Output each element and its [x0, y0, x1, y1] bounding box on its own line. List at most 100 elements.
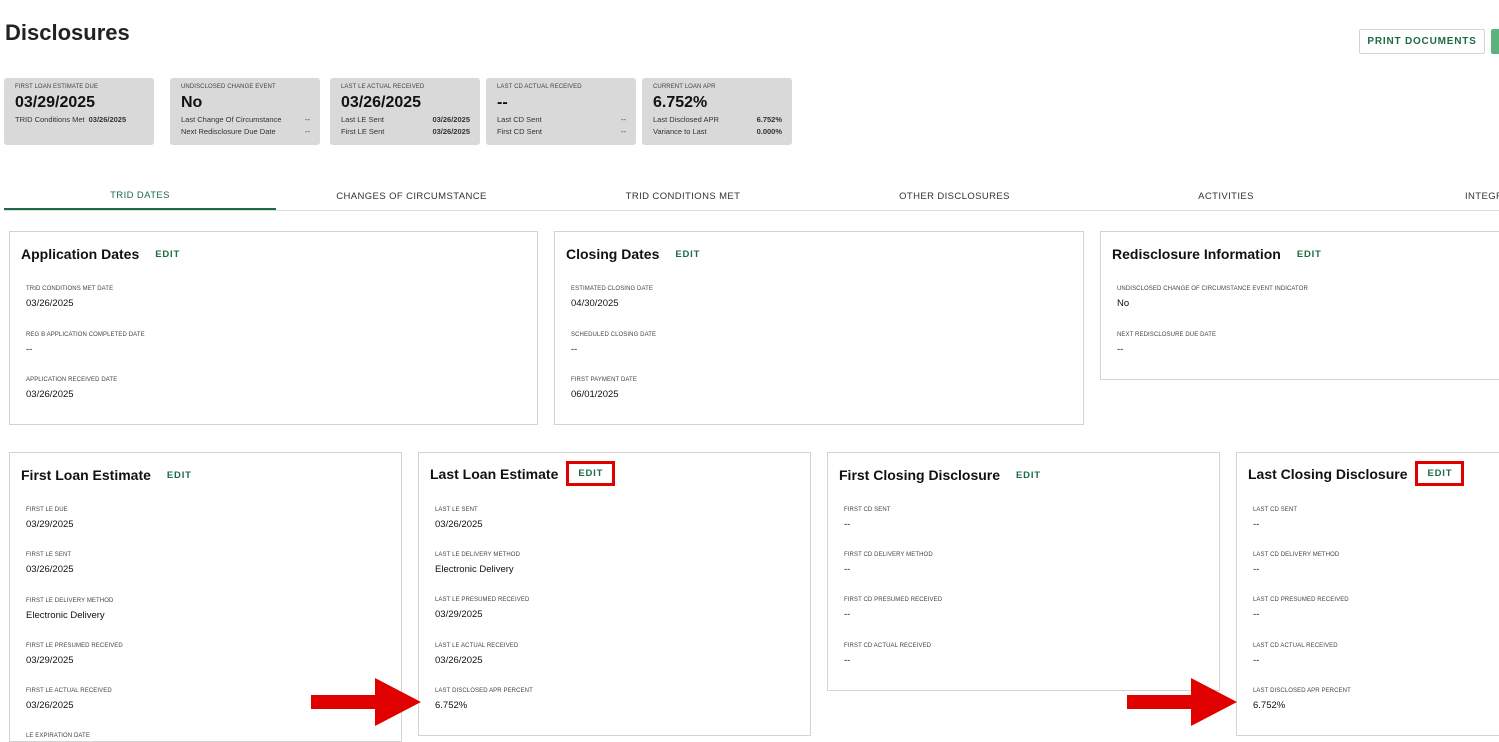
page-title: Disclosures [5, 20, 130, 45]
edit-button[interactable]: EDIT [167, 470, 192, 481]
card-title: Redisclosure Information [1112, 246, 1281, 262]
summary-row-label: Last Disclosed APR [653, 115, 719, 124]
summary-card-first-le-due: FIRST LOAN ESTIMATE DUE 03/29/2025 TRID … [4, 78, 154, 145]
field-label: FIRST LE DUE [26, 507, 68, 513]
card-title: First Loan Estimate [21, 467, 151, 483]
tab-trid-dates[interactable]: TRID DATES [4, 183, 276, 210]
summary-card-undisclosed-change: UNDISCLOSED CHANGE EVENT No Last Change … [170, 78, 320, 145]
card-last-closing-disclosure: Last Closing Disclosure EDIT LAST CD SEN… [1236, 452, 1499, 736]
field-label: LAST CD SENT [1253, 507, 1298, 513]
field-estimated-closing-date: ESTIMATED CLOSING DATE 04/30/2025 [571, 286, 653, 309]
summary-value: -- [497, 94, 508, 111]
print-documents-button[interactable]: PRINT DOCUMENTS [1359, 29, 1485, 54]
field-last-cd-sent: LAST CD SENT -- [1253, 507, 1297, 530]
summary-row-value: -- [621, 127, 626, 136]
summary-row: Next Redisclosure Due Date -- [181, 127, 310, 136]
field-label: FIRST CD SENT [844, 507, 891, 513]
primary-action-button[interactable] [1491, 29, 1499, 54]
field-label: FIRST LE SENT [26, 552, 72, 558]
field-label: LAST DISCLOSED APR PERCENT [1253, 688, 1351, 694]
field-value: -- [1253, 609, 1260, 620]
field-label: FIRST LE ACTUAL RECEIVED [26, 688, 112, 694]
field-value: -- [1253, 519, 1260, 530]
field-first-le-actual-received: FIRST LE ACTUAL RECEIVED 03/26/2025 [26, 688, 112, 711]
edit-button[interactable]: EDIT [675, 249, 700, 260]
card-closing-dates: Closing Dates EDIT ESTIMATED CLOSING DAT… [554, 231, 1084, 425]
summary-card-last-le-received: LAST LE ACTUAL RECEIVED 03/26/2025 Last … [330, 78, 480, 145]
tab-other-disclosures[interactable]: OTHER DISCLOSURES [819, 183, 1090, 209]
summary-value: 6.752% [653, 94, 708, 111]
field-last-cd-presumed-received: LAST CD PRESUMED RECEIVED -- [1253, 597, 1349, 620]
edit-button[interactable]: EDIT [566, 461, 616, 486]
field-last-le-sent: LAST LE SENT 03/26/2025 [435, 507, 483, 530]
summary-row-label: Last CD Sent [497, 115, 542, 124]
field-label: FIRST LE PRESUMED RECEIVED [26, 643, 123, 649]
field-value: -- [26, 344, 33, 355]
summary-row-value: 6.752% [756, 115, 782, 124]
field-label: NEXT REDISCLOSURE DUE DATE [1117, 332, 1217, 338]
field-label: LAST CD PRESUMED RECEIVED [1253, 597, 1349, 603]
field-value: -- [844, 564, 851, 575]
card-title: Application Dates [21, 246, 140, 262]
edit-button[interactable]: EDIT [1297, 249, 1322, 260]
field-value: -- [844, 655, 851, 666]
field-value: -- [1253, 564, 1260, 575]
field-scheduled-closing-date: SCHEDULED CLOSING DATE -- [571, 332, 656, 355]
field-label: LAST LE DELIVERY METHOD [435, 552, 520, 558]
field-first-le-sent: FIRST LE SENT 03/26/2025 [26, 552, 74, 575]
summary-label: LAST LE ACTUAL RECEIVED [341, 84, 425, 90]
field-first-le-due: FIRST LE DUE 03/29/2025 [26, 507, 74, 530]
field-label: SCHEDULED CLOSING DATE [571, 332, 657, 338]
field-last-le-actual-received: LAST LE ACTUAL RECEIVED 03/26/2025 [435, 643, 518, 666]
red-arrow-icon [311, 678, 421, 726]
summary-label: FIRST LOAN ESTIMATE DUE [15, 84, 99, 90]
card-title: Last Closing Disclosure [1248, 465, 1408, 482]
field-label: APPLICATION RECEIVED DATE [26, 377, 118, 383]
tab-changes-of-circumstance[interactable]: CHANGES OF CIRCUMSTANCE [276, 183, 547, 209]
red-arrow-icon [1127, 678, 1237, 726]
field-application-received-date: APPLICATION RECEIVED DATE 03/26/2025 [26, 377, 117, 400]
tab-integrations[interactable]: INTEGRA [1465, 183, 1499, 209]
field-value: 03/26/2025 [435, 655, 483, 666]
field-reg-b-completed-date: REG B APPLICATION COMPLETED DATE -- [26, 332, 145, 355]
field-last-cd-delivery-method: LAST CD DELIVERY METHOD -- [1253, 552, 1339, 575]
tab-trid-conditions-met[interactable]: TRID CONDITIONS MET [547, 183, 819, 209]
field-last-disclosed-apr-percent: LAST DISCLOSED APR PERCENT 6.752% [435, 688, 533, 711]
summary-row: TRID Conditions Met 03/26/2025 [15, 115, 144, 124]
field-value: 04/30/2025 [571, 298, 619, 309]
edit-button[interactable]: EDIT [1016, 470, 1041, 481]
field-label: LAST LE PRESUMED RECEIVED [435, 597, 530, 603]
field-le-expiration-date: LE EXPIRATION DATE [26, 733, 90, 739]
field-label: FIRST PAYMENT DATE [571, 377, 637, 383]
field-label: LAST CD ACTUAL RECEIVED [1253, 643, 1338, 649]
summary-row-label: Variance to Last [653, 127, 707, 136]
field-label: FIRST CD PRESUMED RECEIVED [844, 597, 943, 603]
field-value: Electronic Delivery [435, 564, 514, 575]
edit-button[interactable]: EDIT [1415, 461, 1465, 486]
summary-row-label: Last Change Of Circumstance [181, 115, 282, 124]
field-label: LAST CD DELIVERY METHOD [1253, 552, 1340, 558]
summary-label: CURRENT LOAN APR [653, 84, 716, 90]
summary-row-value: 03/26/2025 [88, 115, 127, 124]
summary-row-value: -- [621, 115, 626, 124]
field-label: UNDISCLOSED CHANGE OF CIRCUMSTANCE EVENT… [1117, 286, 1308, 292]
field-label: FIRST LE DELIVERY METHOD [26, 598, 114, 604]
field-label: REG B APPLICATION COMPLETED DATE [26, 332, 145, 338]
field-value: 06/01/2025 [571, 389, 619, 400]
card-application-dates: Application Dates EDIT TRID CONDITIONS M… [9, 231, 538, 425]
field-value: -- [844, 609, 851, 620]
summary-value: No [181, 94, 203, 111]
summary-label: UNDISCLOSED CHANGE EVENT [181, 84, 276, 90]
field-value: 03/26/2025 [26, 700, 74, 711]
edit-button[interactable]: EDIT [155, 249, 180, 260]
summary-label: LAST CD ACTUAL RECEIVED [497, 84, 582, 90]
tab-activities[interactable]: ACTIVITIES [1090, 183, 1362, 209]
field-trid-conditions-met-date: TRID CONDITIONS MET DATE 03/26/2025 [26, 286, 113, 309]
summary-row: First CD Sent -- [497, 127, 626, 136]
field-value: 03/26/2025 [26, 298, 74, 309]
field-first-cd-delivery-method: FIRST CD DELIVERY METHOD -- [844, 552, 933, 575]
field-value: 6.752% [1253, 700, 1286, 711]
field-label: LE EXPIRATION DATE [26, 733, 90, 739]
field-label: FIRST CD ACTUAL RECEIVED [844, 643, 932, 649]
field-value: -- [1117, 344, 1124, 355]
